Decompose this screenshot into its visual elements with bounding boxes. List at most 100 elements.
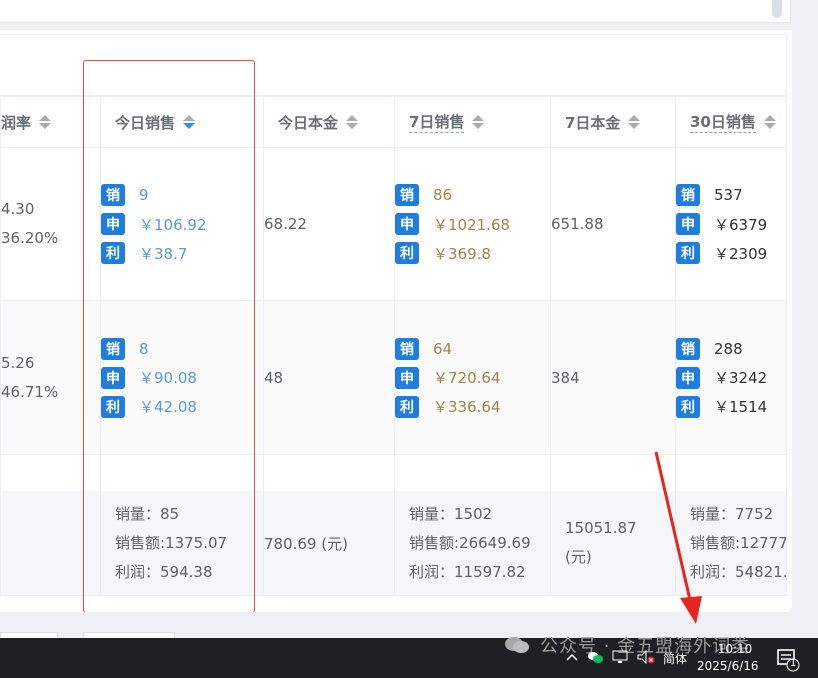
summary-row: 销量：85 销售额:1375.07 利润：594.38 780.69 (元) 销…: [0, 491, 787, 596]
sales-table: 润率 今日销售 今日本金 7日销售 7日本金 30日销售 4.30 36.20%…: [0, 96, 787, 596]
summary-cost-unit: (元): [565, 548, 592, 566]
column-header-7day-cost[interactable]: 7日本金: [550, 96, 676, 148]
column-label: 30日销售: [690, 113, 756, 133]
sort-icon[interactable]: [39, 115, 52, 129]
30day-sales-cell: 销 288 申 ￥3242 利 ￥1514: [675, 300, 787, 455]
notification-count: 1: [790, 658, 797, 669]
today-sales-cell: 销9 申 ￥106.92 利 ￥38.7: [100, 147, 264, 301]
table-header-row: 润率 今日销售 今日本金 7日销售 7日本金 30日销售: [0, 96, 787, 148]
summary-today-cost: 780.69 (元): [263, 491, 395, 596]
clock-date[interactable]: 2025/6/16: [697, 659, 759, 673]
profit-tag: 利: [676, 242, 700, 264]
today-sales-cell: 销8 申 ￥90.08 利 ￥42.08: [100, 300, 264, 455]
column-header-today-cost[interactable]: 今日本金: [263, 96, 395, 148]
amount-tag: 申: [676, 366, 700, 389]
clock-time[interactable]: 10:10: [710, 641, 760, 658]
summary-7day-sales: 销量：1502 销售额:26649.69 利润：11597.82: [394, 491, 551, 596]
summary-profit: 利润：54821.: [690, 562, 787, 581]
wechat-tray-icon[interactable]: [587, 650, 603, 664]
wechat-icon: [505, 637, 529, 653]
summary-sales-count: 销量：85: [115, 504, 180, 523]
profit-amount: ￥336.64: [433, 398, 501, 416]
sort-icon[interactable]: [183, 115, 196, 129]
7day-sales-cell: 销 64 申 ￥720.64 利 ￥336.64: [394, 300, 551, 455]
profit-tag: 利: [395, 395, 419, 418]
sort-icon[interactable]: [346, 115, 359, 129]
profit-rate-cell: 5.26 46.71%: [0, 300, 101, 455]
summary-empty-cell: [0, 491, 101, 596]
amount-tag: 申: [676, 213, 700, 235]
sales-amount: ￥1021.68: [433, 215, 511, 234]
summary-sales-count: 销量：7752: [690, 504, 774, 523]
column-label: 今日本金: [278, 113, 339, 132]
column-header-30day-sales[interactable]: 30日销售: [675, 96, 787, 148]
profit-tag: 利: [676, 395, 700, 418]
volume-muted-icon[interactable]: [637, 650, 655, 664]
summary-sales-count: 销量：1502: [409, 504, 493, 523]
notification-center-icon[interactable]: 1: [776, 648, 800, 676]
chevron-up-icon[interactable]: [566, 652, 578, 662]
sales-amount: ￥3242: [714, 369, 768, 387]
ime-indicator[interactable]: 简体: [663, 650, 687, 667]
sales-count: 288: [714, 339, 743, 358]
today-cost-cell: 48: [263, 300, 395, 455]
rate-value: 5.26: [1, 353, 35, 372]
7day-cost-cell: 651.88: [550, 147, 676, 301]
column-label: 润率: [1, 113, 32, 132]
today-cost-cell: 68.22: [263, 147, 395, 301]
table-row: 5.26 46.71% 销8 申 ￥90.08 利 ￥42.08 48 销 64 申 ￥…: [0, 300, 787, 455]
amount-tag: 申: [395, 366, 419, 389]
sales-amount: ￥720.64: [433, 369, 501, 387]
table-row: 4.30 36.20% 销 9 申 ￥106.92 利 ￥38.7 68.22 销 86…: [0, 147, 787, 301]
amount-tag: 申: [101, 213, 125, 235]
table-gap-row: [0, 454, 787, 491]
column-label: 7日销售: [409, 113, 465, 133]
column-label: 7日本金: [565, 113, 621, 132]
amount-tag: 申: [395, 213, 419, 235]
profit-tag: 利: [101, 242, 125, 264]
sort-icon[interactable]: [472, 115, 485, 129]
profit-amount: ￥42.08: [139, 398, 197, 416]
profit-tag: 利: [101, 395, 125, 418]
profit-amount: ￥1514: [714, 398, 768, 416]
network-icon[interactable]: [612, 650, 628, 664]
sales-count: 86: [433, 186, 453, 204]
profit-amount: ￥38.7: [139, 244, 188, 263]
rate-value: 4.30: [1, 200, 35, 218]
amount-tag: 申: [101, 366, 125, 389]
rate-percent: 46.71%: [1, 382, 59, 401]
sales-amount: ￥90.08: [139, 369, 197, 387]
summary-sales-amount: 销售额:1375.07: [115, 533, 228, 552]
summary-today-sales: 销量：85 销售额:1375.07 利润：594.38: [100, 491, 264, 596]
sales-amount: ￥6379: [714, 215, 768, 234]
sales-count: 537: [714, 186, 743, 204]
column-header-today-sales[interactable]: 今日销售: [100, 96, 264, 148]
sales-tag: 销: [101, 337, 125, 360]
table-toolbar-area: [0, 34, 787, 96]
table-card: 润率 今日销售 今日本金 7日销售 7日本金 30日销售 4.30 36.20%…: [0, 0, 795, 612]
summary-sales-amount: 销售额:26649.69: [409, 533, 531, 552]
summary-7day-cost: 15051.87 (元): [550, 491, 676, 596]
sales-count: 9: [139, 186, 149, 204]
sort-icon[interactable]: [628, 115, 641, 129]
summary-cost-value: 15051.87: [565, 519, 637, 537]
column-label: 今日销售: [115, 113, 176, 132]
column-header-profit-rate[interactable]: 润率: [0, 96, 101, 148]
profit-amount: ￥2309: [714, 244, 768, 263]
summary-30day-sales: 销量：7752 销售额:12777 利润：54821.: [675, 491, 787, 596]
profit-amount: ￥369.8: [433, 244, 491, 263]
7day-cost-cell: 384: [550, 300, 676, 455]
profit-tag: 利: [395, 242, 419, 264]
column-header-7day-sales[interactable]: 7日销售: [394, 96, 551, 148]
profit-rate-cell: 4.30 36.20%: [0, 147, 101, 301]
rate-percent: 36.20%: [1, 229, 59, 247]
sales-tag: 销: [395, 184, 419, 206]
sort-icon[interactable]: [763, 115, 776, 129]
summary-sales-amount: 销售额:12777: [690, 533, 787, 552]
sales-tag: 销: [395, 337, 419, 360]
summary-profit: 利润：594.38: [115, 562, 213, 581]
sales-amount: ￥106.92: [139, 215, 207, 234]
sales-count: 64: [433, 339, 453, 358]
sales-tag: 销: [676, 184, 700, 206]
7day-sales-cell: 销 86 申 ￥1021.68 利 ￥369.8: [394, 147, 551, 301]
